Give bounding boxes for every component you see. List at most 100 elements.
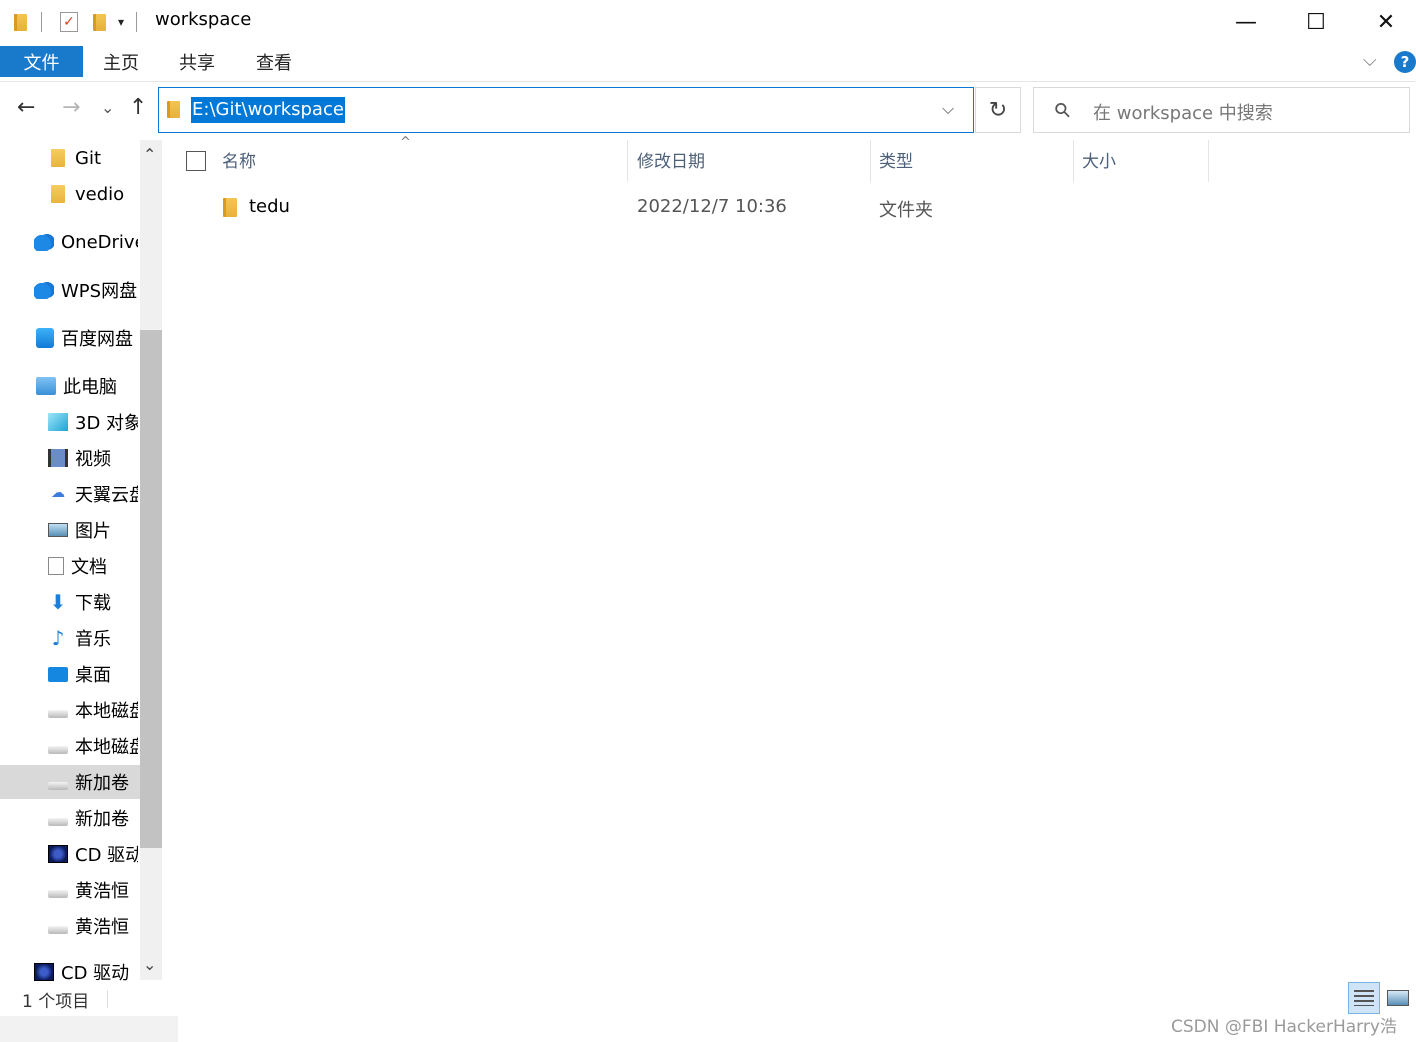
pictures-icon	[48, 523, 68, 537]
3d-objects-icon	[48, 413, 68, 431]
details-view-icon	[1354, 990, 1374, 1006]
folder-icon	[51, 185, 65, 203]
sidebar-item-label: 音乐	[75, 629, 111, 650]
sidebar-item-label: 图片	[75, 521, 111, 542]
cd-drive-icon	[48, 845, 68, 863]
sidebar-item-cd-drive-2[interactable]: CD 驱动	[34, 957, 129, 985]
column-divider[interactable]	[870, 140, 871, 182]
sidebar-item-wps[interactable]: WPS网盘	[34, 275, 137, 305]
sidebar-item-label: 黄浩恒	[75, 881, 129, 902]
this-pc-icon	[36, 377, 56, 395]
sidebar-item-desktop[interactable]: 桌面	[48, 659, 111, 689]
sidebar-item-label: CD 驱动	[61, 963, 130, 984]
sidebar-item-label: Git	[75, 147, 102, 169]
tab-view[interactable]: 查看	[256, 49, 292, 75]
column-header-name[interactable]: 名称	[222, 147, 256, 172]
sidebar-item-music[interactable]: ♪ 音乐	[48, 623, 111, 653]
sidebar-item-3d[interactable]: 3D 对象	[48, 407, 138, 437]
status-divider	[107, 990, 108, 1008]
column-header-size[interactable]: 大小	[1082, 147, 1116, 172]
sidebar-item-label: CD 驱动	[75, 845, 138, 866]
search-input[interactable]: 在 workspace 中搜索	[1093, 99, 1273, 125]
desktop-icon	[48, 666, 68, 682]
file-type: 文件夹	[879, 200, 933, 221]
scroll-down-icon[interactable]: ⌄	[143, 955, 156, 974]
sidebar-item-downloads[interactable]: ⬇ 下载	[48, 587, 111, 617]
status-item-count: 1 个项目	[22, 992, 90, 1012]
sidebar-item-label: 3D 对象	[75, 413, 138, 434]
file-modified: 2022/12/7 10:36	[637, 196, 787, 217]
sidebar-item-label: 新加卷	[75, 809, 129, 830]
sidebar-item-tianyi[interactable]: ☁ 天翼云盘	[48, 479, 138, 509]
folder-icon	[167, 101, 180, 118]
bottom-strip	[0, 1016, 178, 1042]
scroll-up-icon[interactable]: ⌃	[143, 145, 156, 164]
sidebar-item-label: 视频	[75, 449, 111, 470]
local-disk-icon	[48, 710, 68, 718]
sidebar-item-label: 下载	[75, 593, 111, 614]
sidebar-scrollbar-thumb[interactable]	[140, 330, 162, 848]
sidebar-item-label: 新加卷	[75, 773, 129, 794]
wps-cloud-icon	[34, 281, 54, 299]
sidebar-item-label: 桌面	[75, 665, 111, 686]
address-dropdown-icon[interactable]: ⌵	[942, 99, 954, 119]
sidebar-item-huanghaoheng-2[interactable]: 黄浩恒	[48, 911, 129, 941]
window-title: workspace	[155, 9, 252, 30]
sidebar-item-videos[interactable]: 视频	[48, 443, 111, 473]
sidebar-item-label: 本地磁盘	[75, 701, 138, 722]
sidebar-item-this-pc[interactable]: 此电脑	[36, 371, 117, 401]
column-header-type[interactable]: 类型	[879, 147, 913, 172]
documents-icon	[48, 557, 64, 575]
sidebar-item-documents[interactable]: 文档	[48, 551, 107, 581]
videos-icon	[48, 449, 68, 467]
sidebar-item-local-disk-1[interactable]: 本地磁盘	[48, 695, 138, 725]
maximize-button[interactable]: ☐	[1281, 0, 1351, 44]
music-icon: ♪	[51, 626, 65, 650]
column-divider[interactable]	[1208, 140, 1209, 182]
sidebar-item-label: vedio	[75, 183, 125, 205]
drive-icon	[48, 782, 68, 790]
drive-icon	[48, 926, 68, 934]
tab-share[interactable]: 共享	[179, 49, 215, 75]
column-header-modified[interactable]: 修改日期	[637, 147, 705, 172]
navigation-pane: Git vedio OneDrive WPS网盘 百度网盘 此电脑 3D 对象 …	[0, 0, 138, 985]
sidebar-item-new-volume-1[interactable]: 新加卷	[48, 767, 129, 797]
sidebar-item-pictures[interactable]: 图片	[48, 515, 111, 545]
tianyi-cloud-icon: ☁	[51, 485, 65, 501]
sidebar-item-cd-drive-1[interactable]: CD 驱动	[48, 839, 138, 869]
drive-icon	[48, 818, 68, 826]
file-name[interactable]: tedu	[249, 196, 290, 217]
sidebar-item-new-volume-2[interactable]: 新加卷	[48, 803, 129, 833]
help-icon[interactable]: ?	[1394, 51, 1416, 73]
sort-arrow-icon: ^	[400, 135, 411, 150]
sidebar-item-label: 黄浩恒	[75, 917, 129, 938]
refresh-button[interactable]: ↻	[975, 87, 1021, 133]
address-path[interactable]: E:\Git\workspace	[191, 97, 345, 123]
column-divider[interactable]	[627, 140, 628, 182]
minimize-button[interactable]: —	[1211, 0, 1281, 44]
large-icons-view-icon	[1387, 990, 1409, 1006]
sidebar-item-baidu[interactable]: 百度网盘	[36, 323, 133, 353]
sidebar-item-git[interactable]: Git	[48, 143, 101, 173]
sidebar-item-label: 天翼云盘	[75, 485, 138, 506]
select-all-checkbox[interactable]	[186, 151, 206, 171]
sidebar-item-label: 百度网盘	[61, 329, 133, 350]
sidebar-item-label: 本地磁盘	[75, 737, 138, 758]
sidebar-item-local-disk-2[interactable]: 本地磁盘	[48, 731, 138, 761]
baidu-netdisk-icon	[36, 328, 54, 348]
folder-icon	[223, 198, 237, 217]
close-button[interactable]: ✕	[1351, 0, 1416, 44]
sidebar-item-label: 文档	[71, 557, 107, 578]
onedrive-icon	[34, 233, 54, 251]
large-icons-view-button[interactable]	[1382, 982, 1414, 1014]
sidebar-item-label: WPS网盘	[61, 281, 138, 302]
ribbon-expand-icon[interactable]: ⌵	[1363, 50, 1377, 71]
sidebar-item-vedio[interactable]: vedio	[48, 179, 124, 209]
column-divider[interactable]	[1073, 140, 1074, 182]
sidebar-item-label: 此电脑	[63, 377, 117, 398]
cd-drive-icon	[34, 963, 54, 981]
watermark: CSDN @FBI HackerHarry浩	[1171, 1017, 1397, 1037]
sidebar-item-onedrive[interactable]: OneDrive	[34, 227, 138, 257]
details-view-button[interactable]	[1348, 982, 1380, 1014]
sidebar-item-huanghaoheng-1[interactable]: 黄浩恒	[48, 875, 129, 905]
